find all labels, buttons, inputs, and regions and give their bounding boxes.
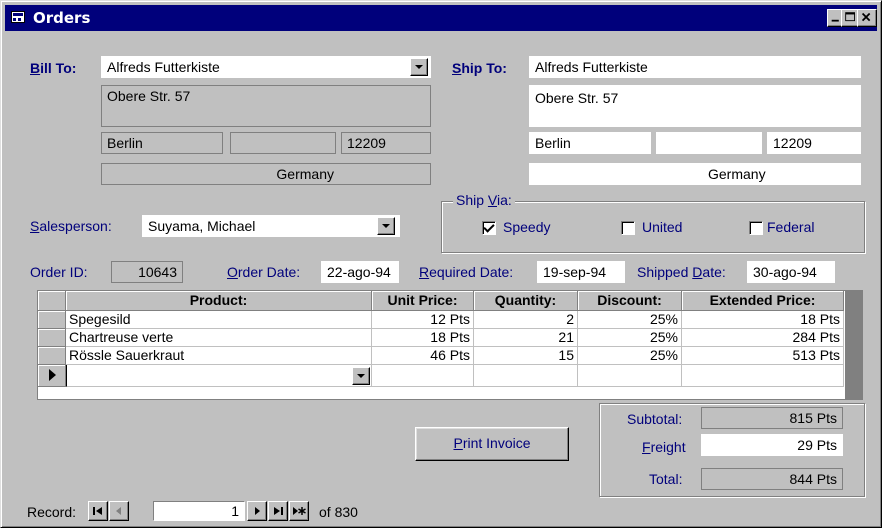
new-row-discount[interactable] xyxy=(578,365,682,387)
ship-to-postal[interactable]: 12209 xyxy=(767,132,861,154)
grid-vertical-scrollbar[interactable] xyxy=(845,291,862,399)
table-row-quantity[interactable]: 15 xyxy=(474,347,578,365)
header-extended-price[interactable]: Extended Price: xyxy=(682,291,844,311)
ship-to-city[interactable]: Berlin xyxy=(529,132,651,154)
ship-to-region[interactable] xyxy=(656,132,762,154)
last-record-button[interactable] xyxy=(268,501,288,521)
table-row-product[interactable]: Spegesild xyxy=(66,311,372,329)
record-number-input[interactable]: 1 xyxy=(153,501,245,521)
new-record-icon xyxy=(293,507,306,515)
table-row-product[interactable]: Chartreuse verte xyxy=(66,329,372,347)
required-date-field[interactable]: 19-sep-94 xyxy=(537,261,625,283)
bill-to-address: Obere Str. 57 xyxy=(101,85,431,127)
bill-to-region xyxy=(230,132,336,154)
first-record-icon xyxy=(93,507,102,515)
ship-to-label: Ship To: xyxy=(452,60,507,76)
freight-field[interactable]: 29 Pts xyxy=(701,434,843,456)
shipped-date-field[interactable]: 30-ago-94 xyxy=(747,261,835,283)
record-label: Record: xyxy=(27,504,77,520)
freight-label: Freight xyxy=(642,439,686,455)
row-selector[interactable] xyxy=(38,311,66,329)
window-title: Orders xyxy=(33,9,91,27)
required-date-label: Required Date: xyxy=(419,264,514,280)
previous-record-icon xyxy=(116,507,121,515)
bill-to-country: Germany xyxy=(101,163,431,185)
table-row-quantity[interactable]: 2 xyxy=(474,311,578,329)
orders-window: Orders Bill To: Alfreds Futterkiste Ober… xyxy=(0,0,882,528)
bill-to-postal: 12209 xyxy=(341,132,431,154)
order-date-field[interactable]: 22-ago-94 xyxy=(321,261,399,283)
next-record-button[interactable] xyxy=(247,501,267,521)
first-record-button[interactable] xyxy=(88,501,108,521)
salesperson-label: Salesperson: xyxy=(30,218,112,234)
new-row-quantity[interactable] xyxy=(474,365,578,387)
order-date-label: Order Date: xyxy=(227,264,301,280)
previous-record-button[interactable] xyxy=(109,501,129,521)
speedy-checkbox[interactable] xyxy=(482,221,496,235)
federal-label: Federal xyxy=(767,219,815,235)
order-id-label: Order ID: xyxy=(30,264,88,280)
new-row-extended-price xyxy=(682,365,844,387)
new-row-selector[interactable] xyxy=(38,365,66,387)
current-record-icon xyxy=(49,369,56,381)
united-label: United xyxy=(642,219,683,235)
new-row-product-combo[interactable] xyxy=(66,365,372,387)
product-dropdown-button[interactable] xyxy=(352,367,370,385)
new-row-unit-price[interactable] xyxy=(372,365,474,387)
next-record-icon xyxy=(255,507,260,515)
table-row-unit-price[interactable]: 46 Pts xyxy=(372,347,474,365)
total-label: Total: xyxy=(649,471,683,487)
title-bar[interactable]: Orders xyxy=(5,5,877,31)
order-details-grid: Product: Unit Price: Quantity: Discount:… xyxy=(37,290,863,400)
ship-to-address[interactable]: Obere Str. 57 xyxy=(529,85,861,127)
table-row-extended-price: 513 Pts xyxy=(682,347,844,365)
bill-to-dropdown-button[interactable] xyxy=(410,58,428,76)
table-row-extended-price: 18 Pts xyxy=(682,311,844,329)
table-row-extended-price: 284 Pts xyxy=(682,329,844,347)
bill-to-city: Berlin xyxy=(101,132,223,154)
new-record-button[interactable] xyxy=(289,501,309,521)
shipped-date-label: Shipped Date: xyxy=(637,264,726,280)
table-row-discount[interactable]: 25% xyxy=(578,347,682,365)
united-checkbox[interactable] xyxy=(621,221,635,235)
header-unit-price[interactable]: Unit Price: xyxy=(372,291,474,311)
close-icon xyxy=(861,12,871,22)
bill-to-name-combo[interactable]: Alfreds Futterkiste xyxy=(101,56,431,78)
header-discount[interactable]: Discount: xyxy=(578,291,682,311)
form-icon xyxy=(11,11,25,23)
table-row-discount[interactable]: 25% xyxy=(578,329,682,347)
ship-to-country[interactable]: Germany xyxy=(529,163,861,185)
salesperson-combo[interactable]: Suyama, Michael xyxy=(142,215,400,237)
speedy-label: Speedy xyxy=(503,219,551,235)
row-selector[interactable] xyxy=(38,329,66,347)
header-product[interactable]: Product: xyxy=(66,291,372,311)
header-quantity[interactable]: Quantity: xyxy=(474,291,578,311)
subtotal-field: 815 Pts xyxy=(701,407,843,429)
grid-corner[interactable] xyxy=(38,291,66,311)
table-row-product[interactable]: Rössle Sauerkraut xyxy=(66,347,372,365)
total-field: 844 Pts xyxy=(701,468,843,490)
close-button[interactable] xyxy=(857,9,877,27)
table-row-unit-price[interactable]: 18 Pts xyxy=(372,329,474,347)
subtotal-label: Subtotal: xyxy=(627,411,683,427)
ship-via-label: Ship Via: xyxy=(453,192,515,208)
bill-to-label: Bill To: xyxy=(30,60,77,76)
table-row-quantity[interactable]: 21 xyxy=(474,329,578,347)
last-record-icon xyxy=(274,507,283,515)
table-row-discount[interactable]: 25% xyxy=(578,311,682,329)
row-selector[interactable] xyxy=(38,347,66,365)
ship-to-name[interactable]: Alfreds Futterkiste xyxy=(529,56,861,78)
table-row-unit-price[interactable]: 12 Pts xyxy=(372,311,474,329)
print-invoice-button[interactable]: Print Invoice xyxy=(415,427,569,461)
salesperson-dropdown-button[interactable] xyxy=(377,217,395,235)
record-count: of 830 xyxy=(319,504,358,520)
federal-checkbox[interactable] xyxy=(749,221,763,235)
order-id-field: 10643 xyxy=(111,261,183,283)
